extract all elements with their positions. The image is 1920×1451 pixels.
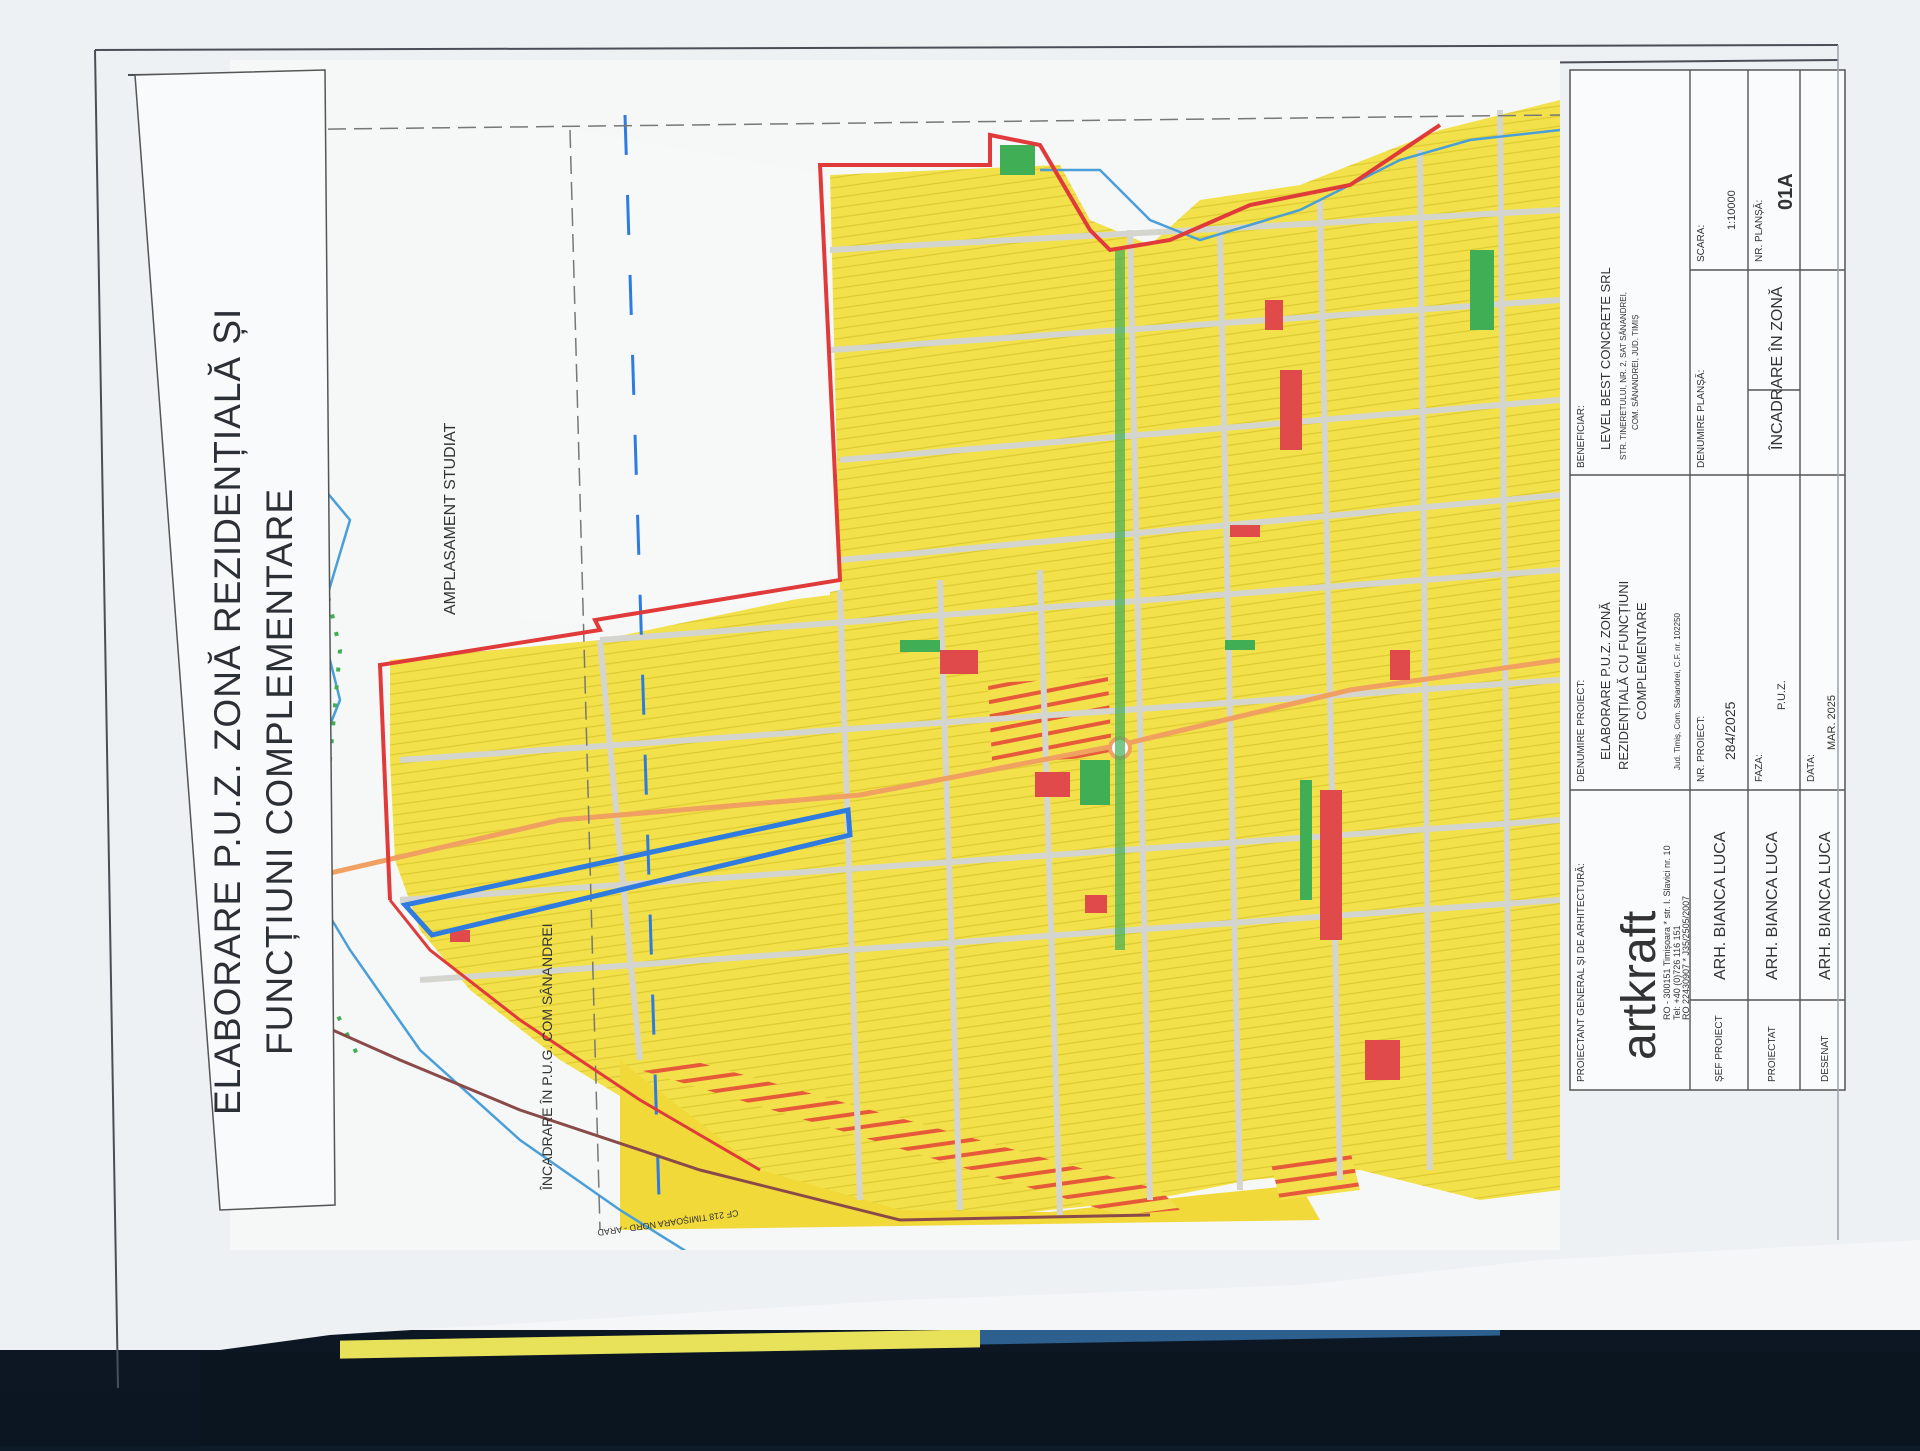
denumire-plansa-value: ÎNCADRARE ÎN ZONĂ (1767, 286, 1786, 451)
map (230, 60, 1560, 1250)
nr-proiect-label: NR. PROIECT: (1696, 716, 1707, 782)
address-line-3: RO 22430907 * J35/2505/2007 (1681, 896, 1691, 1020)
project-line-2: REZIDENȚIALĂ CU FUNCȚIUNI (1616, 581, 1631, 770)
nr-plansa-label: NR. PLANȘĂ: (1752, 200, 1765, 262)
denumire-plansa-label: DENUMIRE PLANȘĂ: (1694, 370, 1707, 468)
title-line-2: FUNCȚIUNI COMPLEMENTARE (259, 488, 300, 1055)
title-block: PROIECTANT GENERAL ȘI DE ARHITECTURĂ: ar… (1569, 69, 1846, 1091)
incadrare-label-group: ÎNCADRARE ÎN P.U.G. COM SÂNANDREI (539, 923, 555, 1191)
unbuilt-area (520, 120, 830, 625)
project-line-4: Jud. Timiș, Com. Sânandrei, C.F. nr. 102… (1673, 612, 1682, 770)
nr-plansa-value: 01A (1775, 173, 1797, 210)
address-line-1: RO - 300151 Timișoara * str. I. Slavici … (1662, 845, 1672, 1020)
sef-name: ARH. BIANCA LUCA (1712, 831, 1729, 980)
amplasament-label: AMPLASAMENT STUDIAT (442, 422, 459, 615)
scara-label: SCARA: (1696, 225, 1707, 262)
faza-value: P.U.Z. (1776, 680, 1788, 710)
proiectat-name: ARH. BIANCA LUCA (1764, 831, 1781, 980)
title-line-1: ELABORARE P.U.Z. ZONĂ REZIDENȚIALĂ ȘI (207, 308, 248, 1115)
proiectant-label: PROIECTANT GENERAL ȘI DE ARHITECTURĂ: (1574, 863, 1587, 1082)
scara-value: 1:10000 (1726, 190, 1738, 230)
desenat-label: DESENAT (1820, 1036, 1831, 1083)
project-line-1: ELABORARE P.U.Z. ZONĂ (1598, 602, 1613, 760)
beneficiar-line-1: LEVEL BEST CONCRETE SRL (1598, 267, 1613, 450)
project-label: DENUMIRE PROIECT: (1576, 680, 1587, 782)
drawing-sheet: ELABORARE P.U.Z. ZONĂ REZIDENȚIALĂ ȘI FU… (0, 0, 1920, 1446)
project-line-3: COMPLEMENTARE (1634, 602, 1649, 720)
faza-label: FAZA: (1754, 754, 1765, 782)
artkraft-logo: artkraft (1613, 911, 1666, 1060)
beneficiar-label: BENEFICIAR: (1576, 405, 1587, 468)
beneficiar-line-3: COM. SÂNANDREI, JUD. TIMIȘ (1631, 315, 1640, 430)
data-value: MAR. 2025 (1826, 695, 1838, 750)
data-label: DATA: (1806, 754, 1817, 782)
proiectat-label: PROIECTAT (1767, 1026, 1778, 1082)
amplasament-label-group: AMPLASAMENT STUDIAT (442, 422, 459, 615)
beneficiar-line-2: STR. TINERETULUI, NR. 2, SAT SÂNANDREI, (1619, 292, 1628, 460)
desenat-name: ARH. BIANCA LUCA (1817, 831, 1834, 980)
nr-proiect-value: 284/2025 (1722, 701, 1738, 760)
sef-label: ȘEF PROIECT (1714, 1015, 1725, 1082)
incadrare-label: ÎNCADRARE ÎN P.U.G. COM SÂNANDREI (539, 923, 555, 1191)
